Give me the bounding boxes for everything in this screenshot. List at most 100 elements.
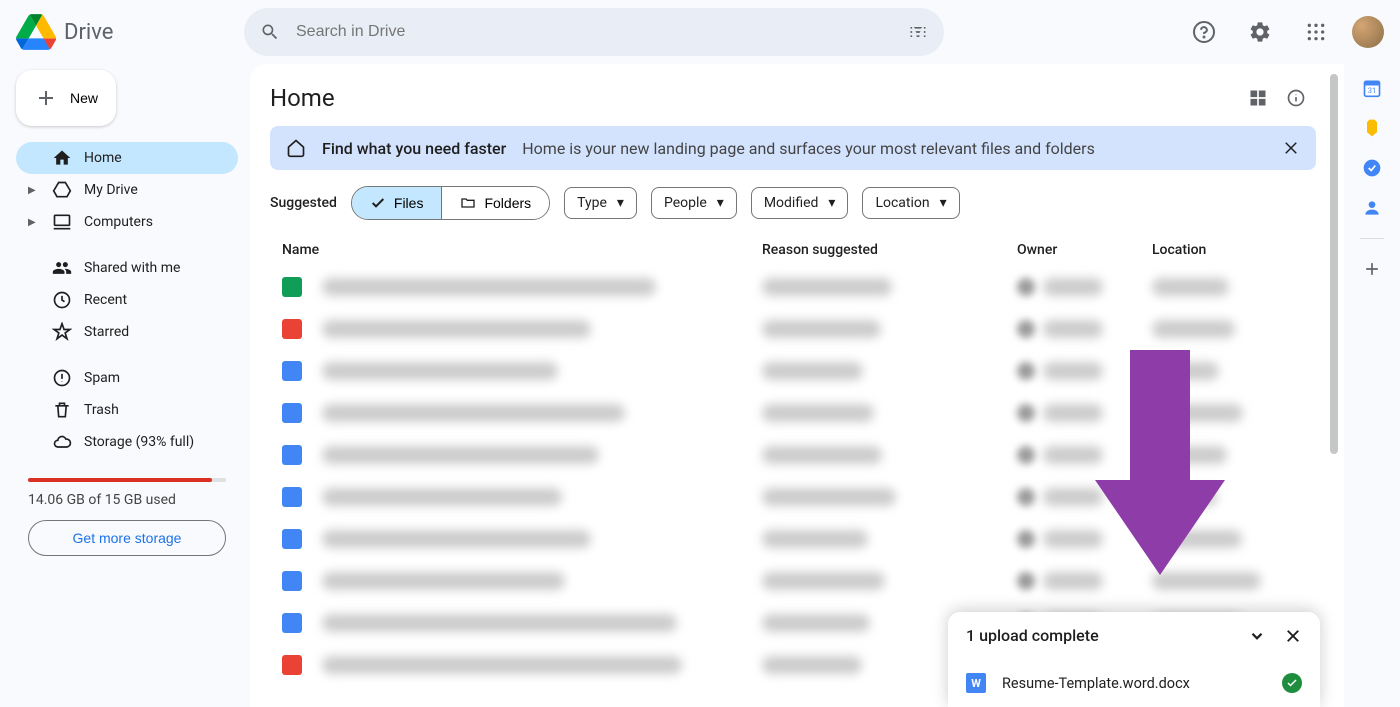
- storage-bar: [28, 478, 226, 482]
- file-type-icon: [282, 613, 302, 633]
- shared-icon: [52, 258, 72, 278]
- table-row[interactable]: [270, 392, 1316, 434]
- file-type-icon: [282, 319, 302, 339]
- file-type-icon: [282, 361, 302, 381]
- sidebar-item-starred[interactable]: Starred: [16, 316, 238, 348]
- col-reason[interactable]: Reason suggested: [762, 242, 1017, 258]
- storage-fill: [28, 478, 212, 482]
- table-row[interactable]: [270, 350, 1316, 392]
- main-content: Home Find what you need faster Home is y…: [250, 64, 1344, 707]
- segment-folders[interactable]: Folders: [441, 187, 549, 219]
- apps-grid-icon: [1306, 22, 1326, 42]
- col-location[interactable]: Location: [1152, 242, 1304, 258]
- search-input[interactable]: [296, 23, 892, 41]
- chevron-down-icon: ▾: [617, 195, 624, 211]
- page-title: Home: [270, 84, 335, 112]
- segment-label: Files: [394, 195, 424, 211]
- col-name[interactable]: Name: [282, 242, 762, 258]
- get-storage-button[interactable]: Get more storage: [28, 520, 226, 556]
- sidebar-item-label: Storage (93% full): [84, 434, 194, 450]
- chevron-right-icon[interactable]: ▶: [28, 217, 40, 228]
- info-banner: Find what you need faster Home is your n…: [270, 126, 1316, 170]
- chevron-down-icon: ▾: [940, 195, 947, 211]
- home-outline-icon: [286, 138, 306, 158]
- table-row[interactable]: [270, 518, 1316, 560]
- check-icon: [370, 195, 386, 211]
- scrollbar[interactable]: [1330, 74, 1338, 454]
- table-row[interactable]: [270, 476, 1316, 518]
- upload-item[interactable]: W Resume-Template.word.docx: [948, 659, 1320, 707]
- table-row[interactable]: [270, 308, 1316, 350]
- app-header: Drive: [0, 0, 1400, 64]
- sidebar-item-shared[interactable]: Shared with me: [16, 252, 238, 284]
- folder-icon: [460, 195, 476, 211]
- file-type-icon: [282, 571, 302, 591]
- sidebar-item-spam[interactable]: Spam: [16, 362, 238, 394]
- banner-title: Find what you need faster: [322, 139, 506, 158]
- logo-area[interactable]: Drive: [16, 12, 236, 52]
- success-check-icon: [1282, 673, 1302, 693]
- table-row[interactable]: [270, 560, 1316, 602]
- header-actions: [1184, 12, 1384, 52]
- file-type-icon: [282, 403, 302, 423]
- drive-logo-icon: [16, 12, 56, 52]
- table-row[interactable]: [270, 266, 1316, 308]
- keep-icon[interactable]: [1362, 118, 1382, 138]
- sidebar-item-mydrive[interactable]: ▶ My Drive: [16, 174, 238, 206]
- sidebar-item-computers[interactable]: ▶ Computers: [16, 206, 238, 238]
- word-file-icon: W: [966, 673, 986, 693]
- segment-files[interactable]: Files: [352, 187, 442, 219]
- sidebar-item-recent[interactable]: Recent: [16, 284, 238, 316]
- new-button[interactable]: New: [16, 70, 116, 126]
- chevron-down-icon[interactable]: [1248, 627, 1266, 645]
- filter-chip-type[interactable]: Type▾: [564, 187, 637, 219]
- apps-button[interactable]: [1296, 12, 1336, 52]
- calendar-icon[interactable]: 31: [1362, 78, 1382, 98]
- suggested-label: Suggested: [270, 195, 337, 211]
- upload-filename: Resume-Template.word.docx: [1002, 675, 1190, 692]
- chevron-down-icon: ▾: [828, 195, 835, 211]
- sidebar-item-label: Spam: [84, 370, 120, 386]
- filter-chip-people[interactable]: People▾: [651, 187, 737, 219]
- filter-chip-modified[interactable]: Modified▾: [751, 187, 849, 219]
- chevron-right-icon[interactable]: ▶: [28, 185, 40, 196]
- help-icon: [1192, 20, 1216, 44]
- search-bar[interactable]: [244, 8, 944, 56]
- tasks-icon[interactable]: [1362, 158, 1382, 178]
- sidebar-item-home[interactable]: Home: [16, 142, 238, 174]
- upload-title: 1 upload complete: [966, 626, 1099, 645]
- add-icon[interactable]: [1362, 259, 1382, 279]
- sidebar-item-label: Computers: [84, 214, 153, 230]
- sidebar-item-label: Recent: [84, 292, 127, 308]
- search-icon: [260, 22, 280, 42]
- svg-text:31: 31: [1368, 86, 1376, 95]
- segment-label: Folders: [484, 195, 531, 211]
- sidebar-item-label: My Drive: [84, 182, 138, 198]
- search-options-icon[interactable]: [908, 22, 928, 42]
- gear-icon: [1248, 20, 1272, 44]
- close-icon[interactable]: [1284, 627, 1302, 645]
- sidebar-item-storage[interactable]: Storage (93% full): [16, 426, 238, 458]
- star-icon: [52, 322, 72, 342]
- help-button[interactable]: [1184, 12, 1224, 52]
- upload-panel: 1 upload complete W Resume-Template.word…: [948, 612, 1320, 707]
- banner-text: Home is your new landing page and surfac…: [522, 139, 1095, 158]
- filter-chip-location[interactable]: Location▾: [862, 187, 959, 219]
- info-icon[interactable]: [1286, 88, 1306, 108]
- clock-icon: [52, 290, 72, 310]
- table-row[interactable]: [270, 434, 1316, 476]
- sidebar-item-trash[interactable]: Trash: [16, 394, 238, 426]
- grid-view-icon[interactable]: [1248, 88, 1268, 108]
- settings-button[interactable]: [1240, 12, 1280, 52]
- sidebar-item-label: Trash: [84, 402, 119, 418]
- segment-toggle: Files Folders: [351, 186, 550, 220]
- plus-icon: [34, 86, 58, 110]
- file-type-icon: [282, 487, 302, 507]
- close-icon[interactable]: [1282, 139, 1300, 157]
- col-owner[interactable]: Owner: [1017, 242, 1152, 258]
- storage-text: 14.06 GB of 15 GB used: [16, 492, 238, 520]
- cloud-icon: [52, 432, 72, 452]
- contacts-icon[interactable]: [1362, 198, 1382, 218]
- computers-icon: [52, 212, 72, 232]
- account-avatar[interactable]: [1352, 16, 1384, 48]
